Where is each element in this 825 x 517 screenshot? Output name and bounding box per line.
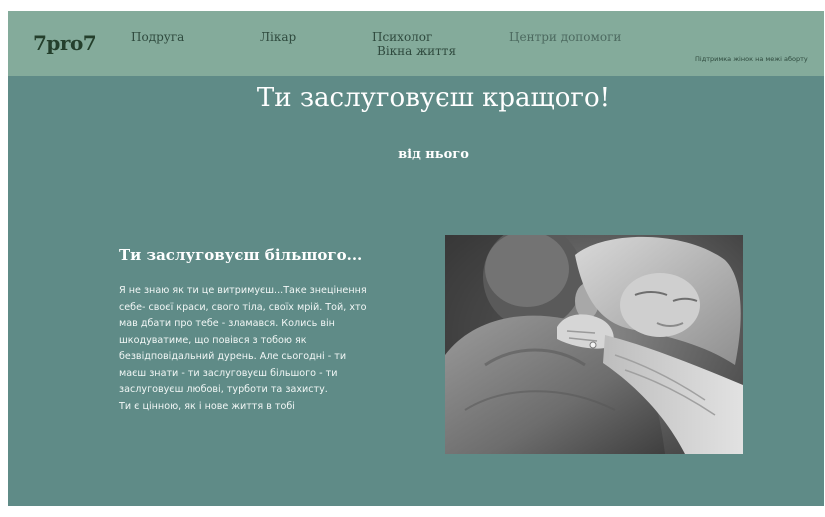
hero-subtitle: від нього: [398, 147, 469, 162]
nav-link-doctor[interactable]: Лікар: [260, 30, 296, 44]
site-logo[interactable]: 7pro7: [33, 31, 97, 55]
section-closing-line: Ти є цінною, як і нове життя в тобі: [119, 400, 295, 412]
nav-link-friend[interactable]: Подруга: [131, 30, 184, 44]
nav-link-support[interactable]: Підтримка жінок на межі аборту: [695, 55, 808, 63]
nav-link-windows-of-life[interactable]: Вікна життя: [377, 44, 456, 58]
nav-link-help-centers[interactable]: Центри допомоги: [509, 30, 621, 44]
hero-title: Ти заслуговуєш кращого!: [256, 83, 611, 113]
section-paragraph: Я не знаю як ти це витримуєш...Таке знец…: [119, 285, 367, 395]
section-heading: Ти заслуговуєш більшого...: [119, 246, 363, 264]
nav-link-psychologist[interactable]: Психолог: [372, 30, 432, 44]
top-navigation-bar: 7pro7 Подруга Лікар Психолог Вікна життя…: [8, 11, 824, 76]
couple-hugging-photo: [445, 235, 743, 454]
page: 7pro7 Подруга Лікар Психолог Вікна життя…: [8, 11, 824, 506]
photo-illustration: [445, 235, 743, 454]
section-body: Я не знаю як ти це витримуєш...Таке знец…: [119, 283, 369, 415]
